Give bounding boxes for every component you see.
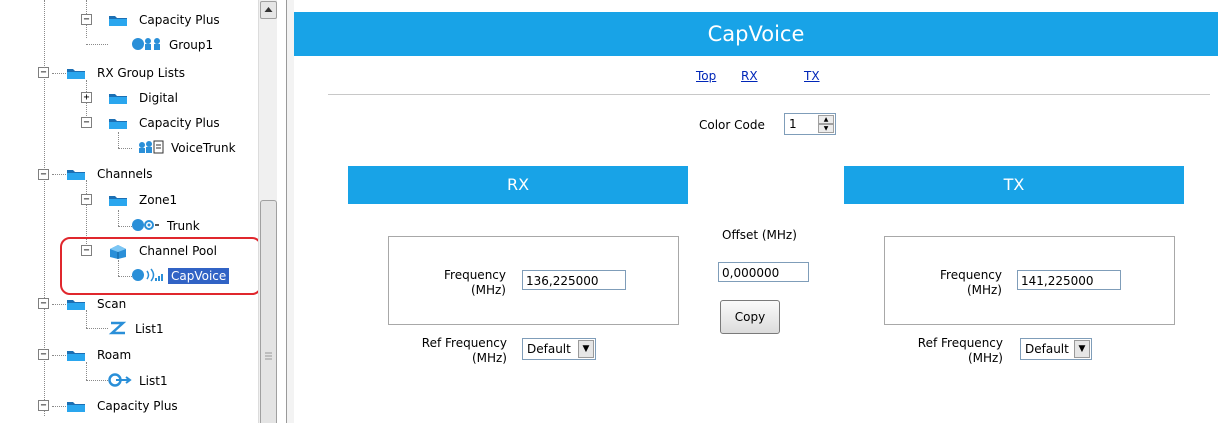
scroll-thumb[interactable] xyxy=(260,200,277,423)
dropdown-arrow-icon[interactable]: ▼ xyxy=(1074,340,1090,358)
tx-frequency-input[interactable]: 141,225000 xyxy=(1017,270,1121,290)
rx-frequency-input[interactable]: 136,225000 xyxy=(522,270,626,290)
color-code-label: Color Code xyxy=(699,118,765,132)
tree-scrollbar[interactable] xyxy=(258,0,277,423)
tree-item-capacity-plus[interactable]: Capacity Plus xyxy=(66,394,181,418)
tree-item-voicetrunk[interactable]: VoiceTrunk xyxy=(138,136,239,160)
collapse-toggle[interactable]: − xyxy=(38,298,49,309)
tree-item-capacity-plus[interactable]: Capacity Plus xyxy=(108,8,223,32)
folder-icon xyxy=(108,13,128,27)
rx-ref-label-line1: Ref Frequency xyxy=(421,336,507,350)
dropdown-arrow-icon[interactable]: ▼ xyxy=(578,340,594,358)
link-top[interactable]: Top xyxy=(696,69,716,83)
tx-ref-label-line1: Ref Frequency xyxy=(917,336,1003,350)
copy-button-label: Copy xyxy=(734,310,766,324)
tx-frequency-label: Frequency (MHz) xyxy=(910,268,1002,298)
expand-toggle[interactable]: + xyxy=(81,92,92,103)
tree-item-roam-list1[interactable]: List1 xyxy=(108,369,171,393)
group-icon xyxy=(132,37,162,54)
offset-label: Offset (MHz) xyxy=(722,228,797,242)
offset-input[interactable]: 0,000000 xyxy=(718,262,809,282)
tree-item-zone1[interactable]: Zone1 xyxy=(108,188,180,212)
tx-frequency-label-line2: (MHz) xyxy=(966,283,1002,297)
splitter[interactable] xyxy=(287,0,294,423)
color-code-spinner[interactable]: 1 ▲ ▼ xyxy=(784,113,836,135)
tree-item-capacity-plus[interactable]: Capacity Plus xyxy=(108,111,223,135)
collapse-toggle[interactable]: − xyxy=(81,194,92,205)
tree-line xyxy=(118,148,132,149)
copy-button[interactable]: Copy xyxy=(720,300,780,334)
link-tx[interactable]: TX xyxy=(804,69,820,83)
rx-frequency-label: Frequency (MHz) xyxy=(414,268,506,298)
folder-icon xyxy=(108,193,128,207)
scan-list-icon xyxy=(108,321,128,338)
link-rx[interactable]: RX xyxy=(741,69,758,83)
tree-line xyxy=(118,226,132,227)
tree-item-trunk[interactable]: Trunk xyxy=(132,214,203,238)
rx-frequency-label-line2: (MHz) xyxy=(470,283,506,297)
tx-ref-frequency-label: Ref Frequency (MHz) xyxy=(890,336,1003,366)
tree-line xyxy=(118,210,119,226)
tree-item-digital[interactable]: Digital xyxy=(108,86,181,110)
tree-item-scan[interactable]: Scan xyxy=(66,292,129,316)
tx-frequency-label-line1: Frequency xyxy=(940,268,1002,282)
voice-trunk-icon xyxy=(138,140,164,157)
trunk-channel-icon xyxy=(132,218,160,235)
collapse-toggle[interactable]: − xyxy=(38,400,49,411)
rx-section-header: RX xyxy=(348,166,688,204)
collapse-toggle[interactable]: − xyxy=(38,349,49,360)
tree-item-channels[interactable]: Channels xyxy=(66,162,156,186)
folder-icon xyxy=(108,116,128,130)
scroll-up-button[interactable] xyxy=(260,1,277,19)
tx-ref-value: Default xyxy=(1025,342,1069,356)
folder-icon xyxy=(108,91,128,105)
tx-ref-frequency-select[interactable]: Default ▼ xyxy=(1020,338,1092,360)
spin-up-button[interactable]: ▲ xyxy=(818,115,834,124)
folder-icon xyxy=(66,167,86,181)
rx-ref-frequency-label: Ref Frequency (MHz) xyxy=(394,336,507,366)
rx-ref-value: Default xyxy=(527,342,571,356)
collapse-toggle[interactable]: − xyxy=(38,67,49,78)
roam-list-icon xyxy=(108,372,132,390)
folder-icon xyxy=(66,399,86,413)
divider xyxy=(328,94,1210,95)
color-code-value: 1 xyxy=(789,117,797,131)
highlight-outline xyxy=(60,237,262,295)
rx-frequency-label-line1: Frequency xyxy=(444,268,506,282)
tree-line xyxy=(86,44,108,45)
tree-line xyxy=(86,328,108,329)
collapse-toggle[interactable]: − xyxy=(81,14,92,25)
folder-icon xyxy=(66,297,86,311)
tree-line xyxy=(86,380,108,381)
rx-ref-label-line2: (MHz) xyxy=(471,351,507,365)
rx-ref-frequency-select[interactable]: Default ▼ xyxy=(522,338,596,360)
tx-section-header: TX xyxy=(844,166,1184,204)
tree-item-group1[interactable]: Group1 xyxy=(132,33,216,57)
main-panel: CapVoice Top RX TX Color Code 1 ▲ ▼ RX F… xyxy=(294,0,1218,423)
tree-item-rx-group-lists[interactable]: RX Group Lists xyxy=(66,61,188,85)
tree-item-scan-list1[interactable]: List1 xyxy=(108,317,167,341)
tx-ref-label-line2: (MHz) xyxy=(967,351,1003,365)
spin-down-button[interactable]: ▼ xyxy=(818,124,834,133)
tree-panel: − − + − − − − − − − Capacity Plus Group1… xyxy=(0,0,287,423)
folder-icon xyxy=(66,66,86,80)
folder-icon xyxy=(66,348,86,362)
collapse-toggle[interactable]: − xyxy=(38,169,49,180)
tree-item-roam[interactable]: Roam xyxy=(66,343,134,367)
page-title: CapVoice xyxy=(294,12,1218,56)
collapse-toggle[interactable]: − xyxy=(81,117,92,128)
